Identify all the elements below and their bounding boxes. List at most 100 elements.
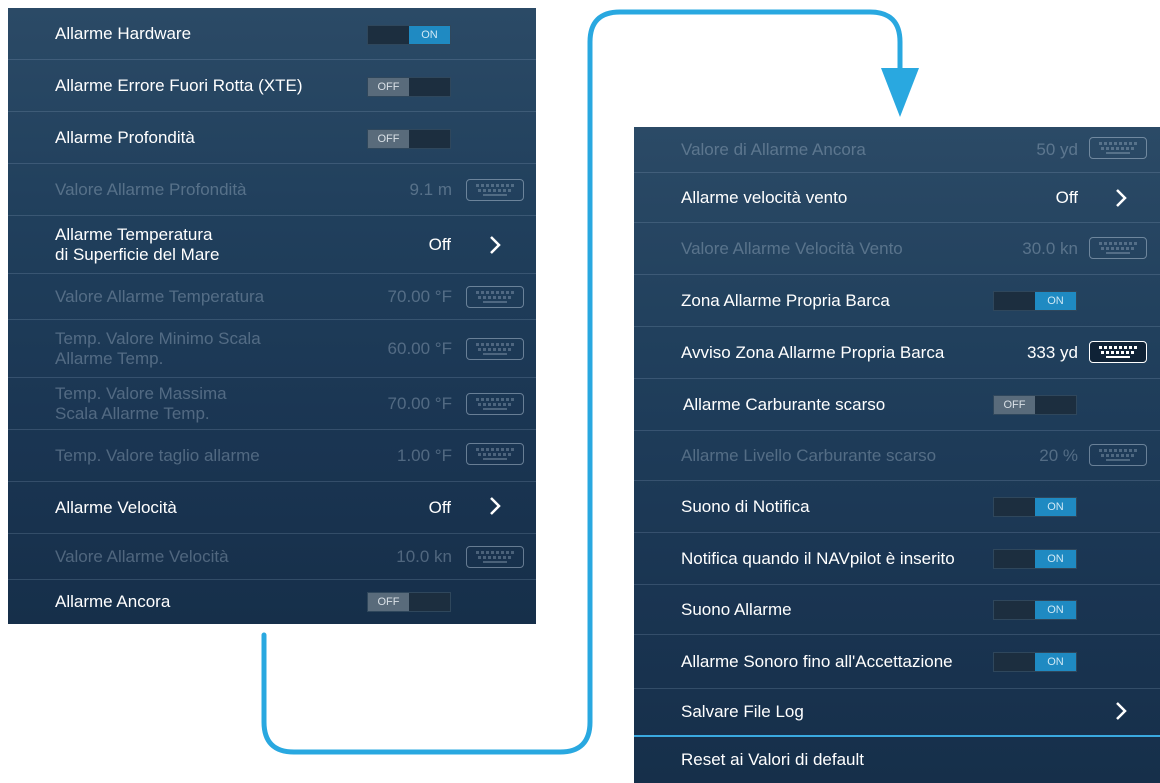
row-allarme-carburante-scarso[interactable]: Allarme Carburante scarso OFF: [634, 379, 1160, 431]
row-label: Allarme Hardware: [55, 23, 192, 43]
toggle-on-segment: ON: [1035, 498, 1076, 516]
keyboard-icon: [466, 393, 524, 415]
toggle-off-segment: [994, 292, 1035, 310]
keyboard-icon: [466, 443, 524, 465]
toggle-off-segment: [994, 550, 1035, 568]
chevron-right-icon[interactable]: [485, 233, 505, 257]
reset-default-button[interactable]: Reset ai Valori di default: [634, 737, 1160, 783]
row-label: Allarme Sonoro fino all'Accettazione: [681, 651, 953, 671]
row-value: 30.0 kn: [1022, 238, 1078, 258]
keyboard-icon: [466, 546, 524, 568]
toggle-off-segment: OFF: [368, 593, 409, 611]
row-label: Suono di Notifica: [681, 496, 810, 516]
row-label: Allarme Ancora: [55, 592, 171, 611]
row-label: Temp. Valore Massima Scala Allarme Temp.: [55, 384, 227, 424]
row-label: Allarme Profondità: [55, 127, 195, 147]
row-allarme-xte[interactable]: Allarme Errore Fuori Rotta (XTE) OFF: [8, 60, 536, 112]
row-allarme-profondita[interactable]: Allarme Profondità OFF: [8, 112, 536, 164]
row-avviso-zona-allarme[interactable]: Avviso Zona Allarme Propria Barca 333 yd: [634, 327, 1160, 379]
row-label: Allarme Errore Fuori Rotta (XTE): [55, 75, 303, 95]
row-allarme-hardware[interactable]: Allarme Hardware ON: [8, 8, 536, 60]
row-value: Off: [1055, 187, 1078, 207]
row-value: 20 %: [1039, 445, 1078, 465]
alarm-settings-panel-left: Allarme Hardware ON Allarme Errore Fuori…: [8, 8, 536, 624]
toggle-switch[interactable]: OFF: [367, 77, 451, 97]
row-temp-valore-taglio: Temp. Valore taglio allarme 1.00 °F: [8, 430, 536, 482]
keyboard-icon: [466, 179, 524, 201]
row-suono-allarme[interactable]: Suono Allarme ON: [634, 585, 1160, 635]
row-label: Allarme Temperatura di Superficie del Ma…: [55, 225, 219, 265]
row-allarme-velocita-vento[interactable]: Allarme velocità vento Off: [634, 173, 1160, 223]
alarm-settings-panel-right: Valore di Allarme Ancora 50 yd Allarme v…: [634, 127, 1160, 783]
toggle-switch[interactable]: ON: [993, 549, 1077, 569]
row-temp-valore-massima: Temp. Valore Massima Scala Allarme Temp.…: [8, 378, 536, 430]
toggle-switch[interactable]: ON: [993, 652, 1077, 672]
row-label: Temp. Valore Minimo Scala Allarme Temp.: [55, 329, 261, 369]
chevron-right-icon[interactable]: [1111, 186, 1131, 210]
row-label: Zona Allarme Propria Barca: [681, 290, 890, 310]
chevron-right-icon[interactable]: [485, 494, 505, 518]
toggle-on-segment: ON: [1035, 550, 1076, 568]
row-allarme-ancora[interactable]: Allarme Ancora OFF: [8, 580, 536, 624]
row-label: Salvare File Log: [681, 702, 804, 721]
row-label: Avviso Zona Allarme Propria Barca: [681, 342, 945, 362]
toggle-switch[interactable]: ON: [993, 497, 1077, 517]
toggle-on-segment: ON: [1035, 292, 1076, 310]
row-salvare-file-log[interactable]: Salvare File Log: [634, 689, 1160, 735]
row-label: Valore Allarme Temperatura: [55, 286, 265, 306]
toggle-off-segment: OFF: [368, 130, 409, 148]
row-label: Reset ai Valori di default: [681, 750, 865, 769]
row-label: Valore Allarme Velocità: [55, 546, 229, 566]
toggle-switch[interactable]: OFF: [367, 129, 451, 149]
toggle-off-segment: OFF: [368, 78, 409, 96]
toggle-switch[interactable]: OFF: [367, 592, 451, 612]
row-valore-allarme-velocita-vento: Valore Allarme Velocità Vento 30.0 kn: [634, 223, 1160, 275]
row-label: Valore Allarme Velocità Vento: [681, 238, 903, 258]
row-allarme-sonoro-accettazione[interactable]: Allarme Sonoro fino all'Accettazione ON: [634, 635, 1160, 689]
keyboard-icon: [1089, 237, 1147, 259]
row-label: Allarme Carburante scarso: [683, 394, 886, 414]
toggle-on-segment: [409, 593, 450, 611]
row-notifica-navpilot[interactable]: Notifica quando il NAVpilot è inserito O…: [634, 533, 1160, 585]
row-value: 60.00 °F: [387, 338, 452, 358]
chevron-right-icon[interactable]: [1111, 699, 1131, 723]
row-label-line2: di Superficie del Mare: [55, 244, 220, 264]
row-label-line2: Scala Allarme Temp.: [55, 403, 210, 423]
row-label: Valore di Allarme Ancora: [681, 139, 866, 159]
row-value: 9.1 m: [409, 179, 452, 199]
toggle-switch[interactable]: OFF: [993, 395, 1077, 415]
row-temp-valore-minimo: Temp. Valore Minimo Scala Allarme Temp. …: [8, 320, 536, 378]
row-value: 333 yd: [1026, 342, 1078, 362]
row-value: Off: [428, 497, 451, 517]
row-label-line1: Temp. Valore Massima: [55, 383, 227, 403]
row-suono-di-notifica[interactable]: Suono di Notifica ON: [634, 481, 1160, 533]
toggle-off-segment: [994, 601, 1035, 619]
row-value: 70.00 °F: [387, 286, 452, 306]
row-label-line1: Allarme Temperatura: [55, 224, 213, 244]
toggle-switch[interactable]: ON: [993, 291, 1077, 311]
keyboard-icon: [1089, 444, 1147, 466]
row-allarme-velocita[interactable]: Allarme Velocità Off: [8, 482, 536, 534]
row-zona-allarme-propria-barca[interactable]: Zona Allarme Propria Barca ON: [634, 275, 1160, 327]
row-label: Allarme velocità vento: [681, 187, 848, 207]
row-allarme-temperatura[interactable]: Allarme Temperatura di Superficie del Ma…: [8, 216, 536, 274]
keyboard-icon: [466, 338, 524, 360]
row-label-line2: Allarme Temp.: [55, 348, 164, 368]
row-value: 10.0 kn: [396, 546, 452, 566]
row-label-line1: Temp. Valore Minimo Scala: [55, 328, 261, 348]
toggle-switch[interactable]: ON: [367, 25, 451, 45]
toggle-off-segment: [368, 26, 409, 44]
toggle-off-segment: [994, 498, 1035, 516]
arrow-down-icon: [881, 68, 919, 117]
keyboard-icon[interactable]: [1089, 341, 1147, 363]
toggle-switch[interactable]: ON: [993, 600, 1077, 620]
toggle-on-segment: ON: [409, 26, 450, 44]
keyboard-icon: [466, 286, 524, 308]
row-label: Allarme Velocità: [55, 497, 177, 517]
toggle-off-segment: OFF: [994, 396, 1035, 414]
toggle-on-segment: [409, 78, 450, 96]
toggle-on-segment: [1035, 396, 1076, 414]
keyboard-icon: [1089, 137, 1147, 159]
toggle-off-segment: [994, 653, 1035, 671]
row-value: Off: [428, 234, 451, 254]
